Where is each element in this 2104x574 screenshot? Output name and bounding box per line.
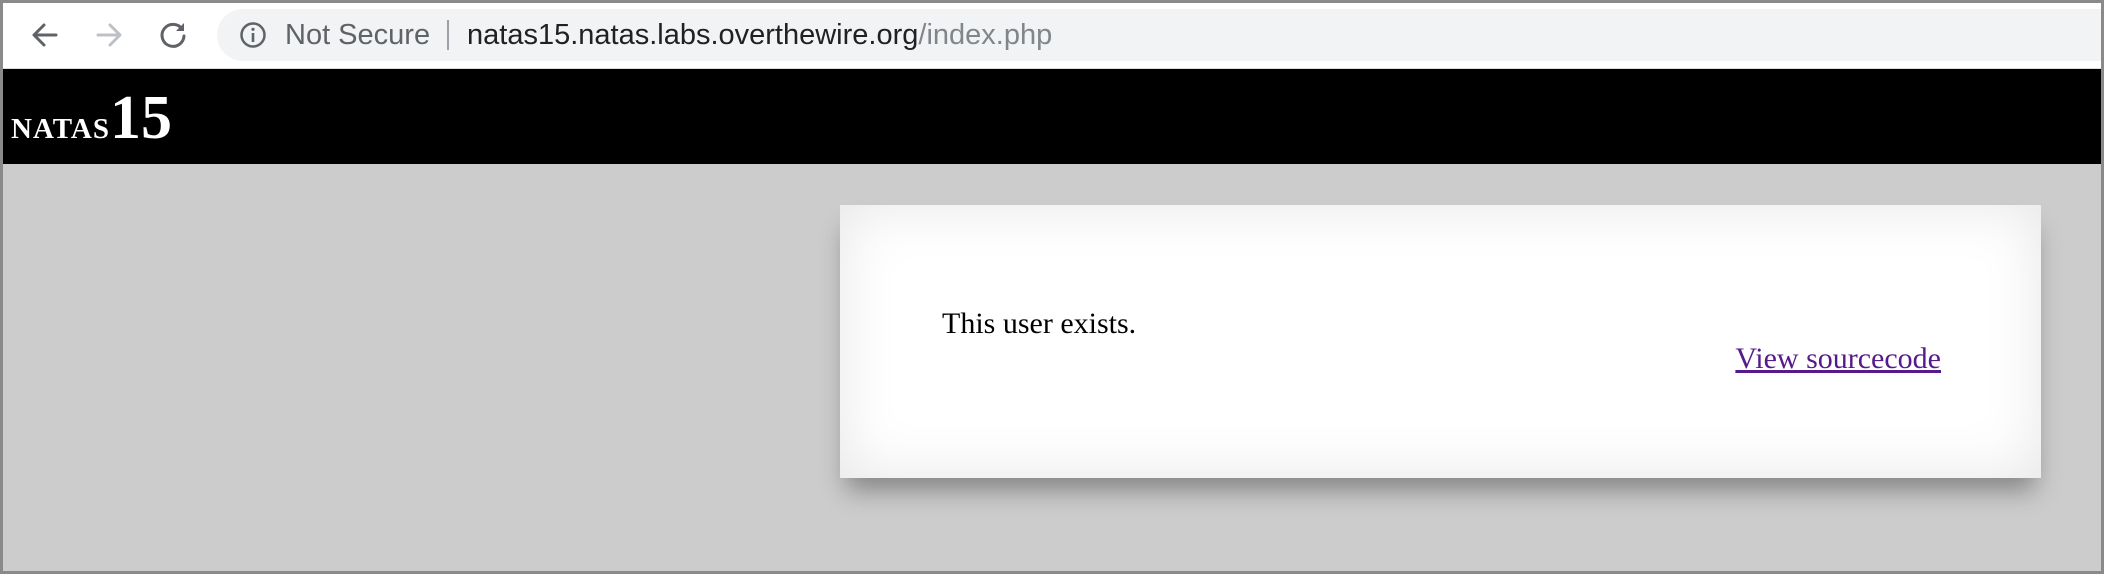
address-separator	[447, 20, 449, 50]
site-title-word: NATAS	[11, 102, 110, 148]
info-icon[interactable]	[239, 21, 267, 49]
url-host: natas15.natas.labs.overthewire.org	[467, 19, 919, 51]
forward-button[interactable]	[90, 16, 128, 54]
reload-icon	[158, 20, 188, 50]
address-bar[interactable]: Not Secure natas15.natas.labs.overthewir…	[217, 9, 2101, 61]
back-arrow-icon	[30, 20, 60, 50]
url-text[interactable]: natas15.natas.labs.overthewire.org/index…	[467, 18, 1052, 52]
browser-toolbar: Not Secure natas15.natas.labs.overthewir…	[3, 3, 2101, 69]
back-button[interactable]	[26, 16, 64, 54]
url-path: /index.php	[918, 19, 1053, 51]
browser-window: Not Secure natas15.natas.labs.overthewir…	[0, 0, 2104, 574]
site-header: NATAS15	[3, 69, 2101, 164]
view-sourcecode-link[interactable]: View sourcecode	[1735, 342, 1941, 376]
content-box: This user exists. View sourcecode	[840, 205, 2041, 478]
security-label[interactable]: Not Secure	[285, 18, 430, 52]
result-message: This user exists.	[942, 307, 1137, 340]
site-title-number: 15	[110, 84, 172, 152]
forward-arrow-icon	[94, 20, 124, 50]
reload-button[interactable]	[154, 16, 192, 54]
site-title: NATAS15	[11, 83, 172, 154]
